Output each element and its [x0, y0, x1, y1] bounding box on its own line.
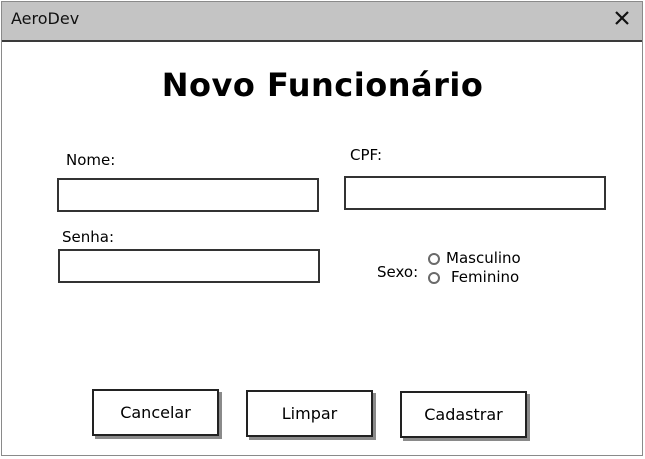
- nome-label: Nome:: [66, 151, 116, 169]
- submit-button[interactable]: Cadastrar: [400, 391, 527, 438]
- nome-input[interactable]: [57, 178, 319, 212]
- page-title: Novo Funcionário: [161, 66, 484, 104]
- radio-masculino-label[interactable]: Masculino: [446, 249, 521, 267]
- title-bar: AeroDev: [2, 2, 642, 42]
- cancel-button[interactable]: Cancelar: [92, 389, 219, 436]
- radio-feminino[interactable]: [428, 272, 440, 284]
- cpf-input[interactable]: [344, 176, 606, 210]
- cpf-label: CPF:: [350, 146, 383, 164]
- window-title: AeroDev: [11, 9, 80, 28]
- senha-label: Senha:: [62, 228, 115, 246]
- close-icon[interactable]: [612, 8, 632, 28]
- sexo-label: Sexo:: [377, 263, 419, 281]
- senha-input[interactable]: [58, 249, 320, 283]
- radio-feminino-label[interactable]: Feminino: [451, 268, 519, 286]
- radio-masculino[interactable]: [428, 253, 440, 265]
- clear-button[interactable]: Limpar: [246, 390, 373, 437]
